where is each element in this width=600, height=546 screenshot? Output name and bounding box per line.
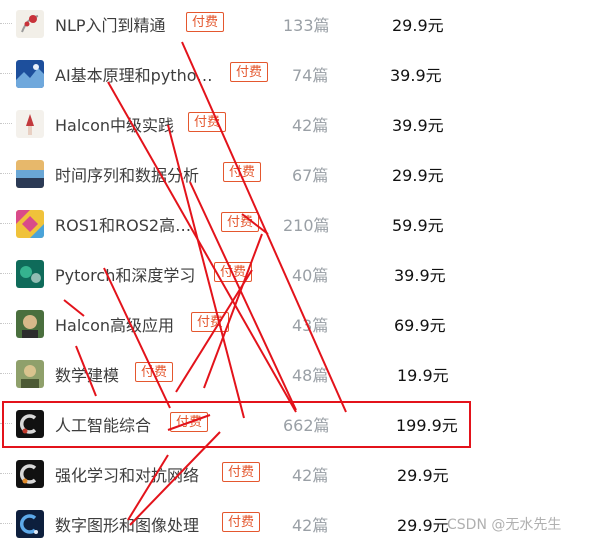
course-title[interactable]: 时间序列和数据分析 <box>55 162 199 186</box>
tree-connector <box>0 173 12 174</box>
tree-connector <box>0 23 12 24</box>
tree-connector <box>0 423 12 424</box>
paid-badge: 付费 <box>188 112 227 132</box>
course-title[interactable]: Pytorch和深度学习 <box>55 262 195 286</box>
paid-badge: 付费 <box>170 412 209 432</box>
course-thumbnail[interactable] <box>16 460 44 488</box>
course-thumbnail-image <box>16 210 44 238</box>
price: 29.9元 <box>392 16 444 35</box>
price: 29.9元 <box>392 166 444 185</box>
article-count: 40篇 <box>292 266 329 285</box>
course-thumbnail-image <box>16 460 44 488</box>
course-thumbnail[interactable] <box>16 360 44 388</box>
tree-connector <box>0 473 12 474</box>
course-title[interactable]: ROS1和ROS2高… <box>55 212 191 236</box>
course-title[interactable]: AI基本原理和pytho… <box>55 62 213 86</box>
course-thumbnail[interactable] <box>16 260 44 288</box>
course-title[interactable]: 强化学习和对抗网络 <box>55 462 199 486</box>
course-row[interactable]: 强化学习和对抗网络 付费 42篇 29.9元 <box>0 452 600 496</box>
price: 39.9元 <box>394 266 446 285</box>
course-title[interactable]: Halcon高级应用 <box>55 312 174 336</box>
price: 29.9元 <box>397 466 449 485</box>
course-thumbnail[interactable] <box>16 110 44 138</box>
course-thumbnail-image <box>16 510 44 538</box>
paid-badge: 付费 <box>191 312 230 332</box>
course-row[interactable]: NLP入门到精通 付费 133篇 29.9元 <box>0 2 600 46</box>
article-count: 42篇 <box>292 516 329 535</box>
price: 69.9元 <box>394 316 446 335</box>
course-row[interactable]: Halcon高级应用 付费 43篇 69.9元 <box>0 302 600 346</box>
course-thumbnail-image <box>16 360 44 388</box>
price: 19.9元 <box>397 366 449 385</box>
article-count: 42篇 <box>292 116 329 135</box>
course-thumbnail-image <box>16 410 44 438</box>
tree-connector <box>0 523 12 524</box>
course-thumbnail-image <box>16 60 44 88</box>
course-title[interactable]: NLP入门到精通 <box>55 12 166 36</box>
course-title[interactable]: Halcon中级实践 <box>55 112 174 136</box>
tree-connector <box>0 123 12 124</box>
course-thumbnail-image <box>16 110 44 138</box>
paid-badge: 付费 <box>135 362 174 382</box>
price: 59.9元 <box>392 216 444 235</box>
paid-badge: 付费 <box>222 462 261 482</box>
course-row[interactable]: Pytorch和深度学习 付费 40篇 39.9元 <box>0 252 600 296</box>
course-thumbnail[interactable] <box>16 310 44 338</box>
course-row[interactable]: Halcon中级实践 付费 42篇 39.9元 <box>0 102 600 146</box>
paid-badge: 付费 <box>223 162 262 182</box>
article-count: 133篇 <box>283 16 330 35</box>
article-count: 42篇 <box>292 466 329 485</box>
article-count: 662篇 <box>283 416 330 435</box>
price: 199.9元 <box>396 416 458 435</box>
course-row-highlighted[interactable]: 人工智能综合 付费 662篇 199.9元 <box>0 402 600 446</box>
article-count: 67篇 <box>292 166 329 185</box>
course-thumbnail[interactable] <box>16 160 44 188</box>
course-thumbnail-image <box>16 260 44 288</box>
price: 39.9元 <box>390 66 442 85</box>
course-thumbnail[interactable] <box>16 510 44 538</box>
course-row[interactable]: AI基本原理和pytho… 付费 74篇 39.9元 <box>0 52 600 96</box>
course-thumbnail[interactable] <box>16 10 44 38</box>
article-count: 74篇 <box>292 66 329 85</box>
price: 29.9元 <box>397 516 449 535</box>
tree-connector <box>0 373 12 374</box>
course-thumbnail[interactable] <box>16 410 44 438</box>
paid-badge: 付费 <box>214 262 253 282</box>
course-title[interactable]: 数字图形和图像处理 <box>55 512 199 536</box>
course-row[interactable]: 数学建模 付费 48篇 19.9元 <box>0 352 600 396</box>
tree-connector <box>0 73 12 74</box>
paid-badge: 付费 <box>230 62 269 82</box>
course-thumbnail-image <box>16 310 44 338</box>
article-count: 48篇 <box>292 366 329 385</box>
price: 39.9元 <box>392 116 444 135</box>
article-count: 43篇 <box>292 316 329 335</box>
course-thumbnail[interactable] <box>16 60 44 88</box>
course-row[interactable]: 时间序列和数据分析 付费 67篇 29.9元 <box>0 152 600 196</box>
course-title[interactable]: 数学建模 <box>55 362 119 386</box>
watermark: CSDN @无水先生 <box>447 517 562 533</box>
course-thumbnail[interactable] <box>16 210 44 238</box>
paid-badge: 付费 <box>222 512 261 532</box>
tree-connector <box>0 323 12 324</box>
course-title[interactable]: 人工智能综合 <box>55 412 151 436</box>
paid-badge: 付费 <box>186 12 225 32</box>
paid-badge: 付费 <box>221 212 260 232</box>
course-thumbnail-image <box>16 160 44 188</box>
article-count: 210篇 <box>283 216 330 235</box>
tree-connector <box>0 223 12 224</box>
course-row[interactable]: ROS1和ROS2高… 付费 210篇 59.9元 <box>0 202 600 246</box>
tree-connector <box>0 273 12 274</box>
course-thumbnail-image <box>16 10 44 38</box>
